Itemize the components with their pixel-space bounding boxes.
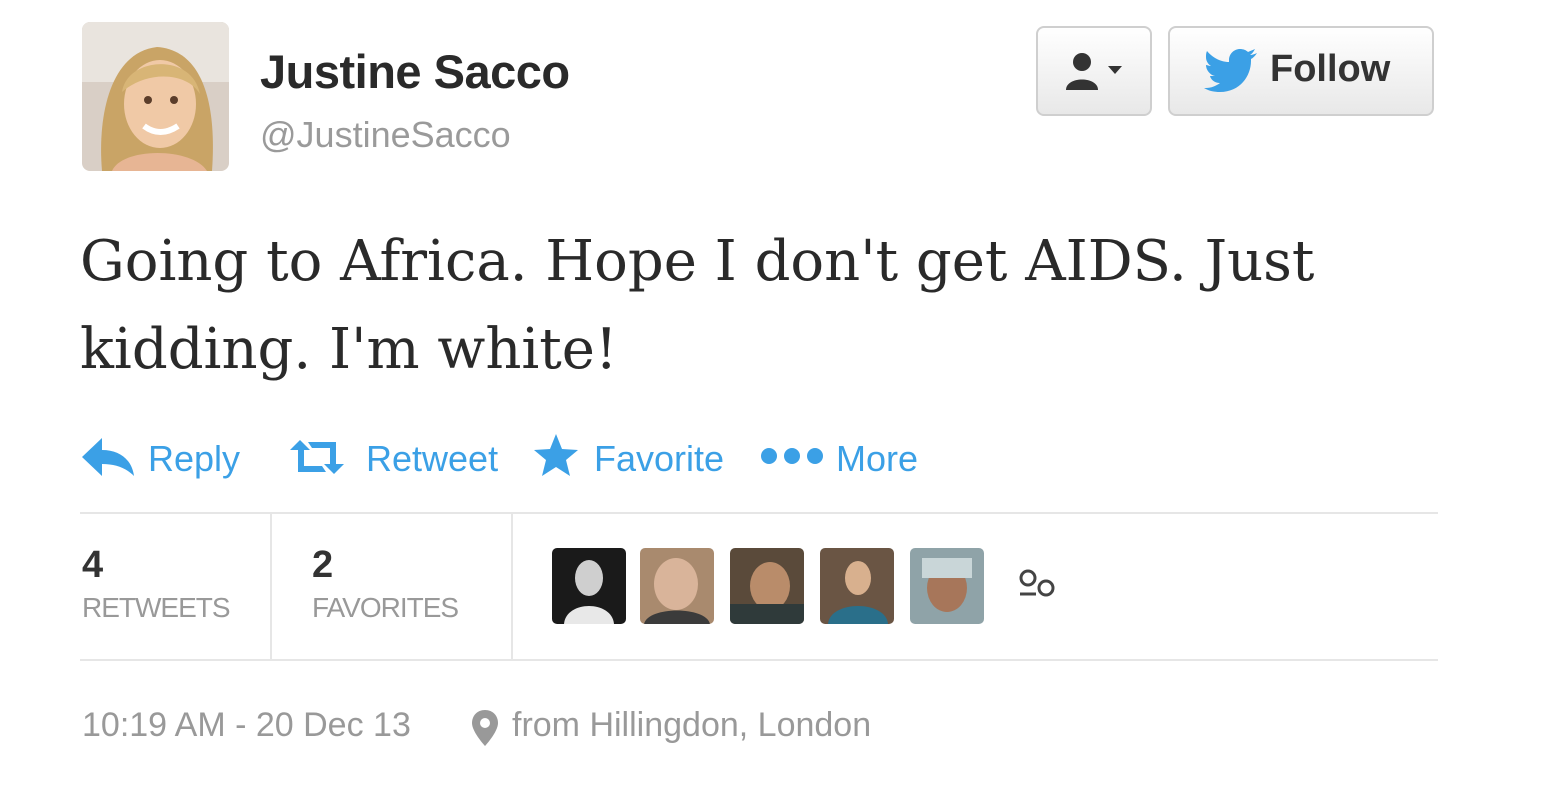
profile-avatar[interactable] [82, 22, 229, 171]
more-dots-icon [761, 448, 823, 464]
more-users-icon[interactable] [1016, 568, 1060, 602]
retweets-count[interactable]: 4 [82, 544, 103, 587]
star-icon [534, 434, 578, 476]
retweet-icon [290, 440, 344, 474]
tweet-text: Going to Africa. Hope I don't get AIDS. … [80, 229, 1315, 382]
user-display-name[interactable]: Justine Sacco [260, 44, 570, 99]
twitter-bird-icon [1204, 49, 1257, 92]
person-dropdown-icon [1066, 53, 1122, 90]
more-action[interactable]: More [760, 430, 940, 484]
retweets-label[interactable]: RETWEETS [82, 592, 231, 624]
retweet-label: Retweet [366, 438, 499, 479]
favorite-label: Favorite [594, 438, 725, 479]
user-avatar-thumbnail[interactable] [730, 548, 804, 624]
user-avatar-thumbnail[interactable] [820, 548, 894, 624]
location-pin-icon [472, 710, 498, 746]
favorites-label[interactable]: FAVORITES [312, 592, 459, 624]
user-handle[interactable]: @JustineSacco [260, 114, 511, 156]
user-avatar-thumbnail[interactable] [640, 548, 714, 624]
tweet-location[interactable]: from Hillingdon, London [512, 706, 871, 745]
retweet-action[interactable]: Retweet [286, 430, 502, 484]
follow-button[interactable]: Follow [1168, 26, 1434, 116]
tweet-timestamp[interactable]: 10:19 AM - 20 Dec 13 [82, 706, 411, 745]
stats-top-divider [80, 512, 1438, 514]
stats-divider-2 [511, 514, 513, 660]
stats-divider-1 [270, 514, 272, 660]
user-avatar-thumbnail[interactable] [910, 548, 984, 624]
reply-label: Reply [148, 438, 241, 479]
stats-bottom-divider [80, 659, 1438, 661]
more-label: More [836, 438, 919, 479]
user-avatar-thumbnail[interactable] [552, 548, 626, 624]
favorites-count[interactable]: 2 [312, 544, 333, 587]
reply-icon [82, 438, 134, 476]
user-actions-button[interactable] [1036, 26, 1152, 116]
follow-button-label: Follow [1270, 48, 1391, 90]
favorite-action[interactable]: Favorite [532, 430, 732, 484]
reply-action[interactable]: Reply [80, 430, 250, 484]
